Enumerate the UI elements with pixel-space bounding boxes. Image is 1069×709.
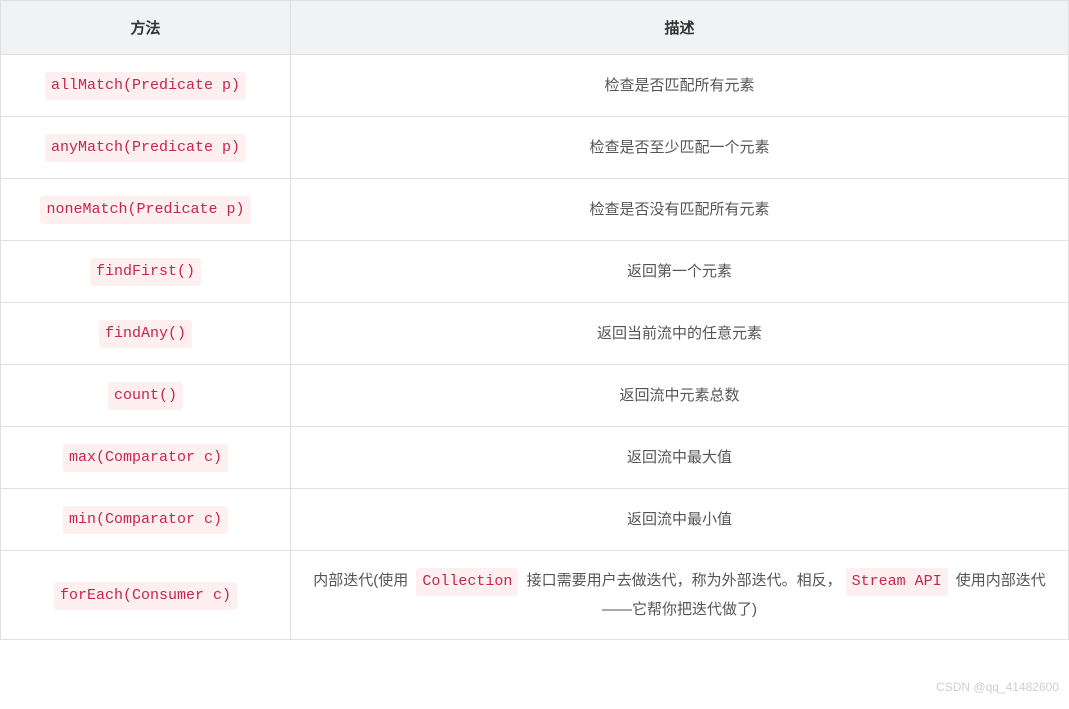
description-cell: 返回流中元素总数 [291,365,1069,427]
description-text: 返回第一个元素 [627,263,732,280]
method-code: max(Comparator c) [63,444,228,472]
method-cell: max(Comparator c) [1,427,291,489]
description-cell: 内部迭代(使用 Collection 接口需要用户去做迭代，称为外部迭代。相反，… [291,551,1069,640]
description-text: 检查是否没有匹配所有元素 [589,201,769,218]
method-cell: noneMatch(Predicate p) [1,179,291,241]
method-cell: count() [1,365,291,427]
description-text: 返回流中最大值 [627,449,732,466]
table-row: anyMatch(Predicate p) 检查是否至少匹配一个元素 [1,117,1069,179]
header-description: 描述 [291,1,1069,55]
api-methods-table: 方法 描述 allMatch(Predicate p) 检查是否匹配所有元素 any… [0,0,1069,640]
table-row: count() 返回流中元素总数 [1,365,1069,427]
description-text: 返回流中最小值 [627,511,732,528]
inline-code: Collection [416,568,518,596]
method-code: min(Comparator c) [63,506,228,534]
table-row: findFirst() 返回第一个元素 [1,241,1069,303]
method-code: noneMatch(Predicate p) [40,196,250,224]
description-cell: 检查是否至少匹配一个元素 [291,117,1069,179]
method-cell: min(Comparator c) [1,489,291,551]
table-row: forEach(Consumer c) 内部迭代(使用 Collection 接口… [1,551,1069,640]
method-cell: forEach(Consumer c) [1,551,291,640]
table-row: allMatch(Predicate p) 检查是否匹配所有元素 [1,55,1069,117]
description-text: 返回流中元素总数 [619,387,739,404]
description-text: 检查是否至少匹配一个元素 [589,139,769,156]
method-code: anyMatch(Predicate p) [45,134,246,162]
description-cell: 返回当前流中的任意元素 [291,303,1069,365]
method-code: count() [108,382,183,410]
method-cell: findAny() [1,303,291,365]
table-header-row: 方法 描述 [1,1,1069,55]
method-cell: allMatch(Predicate p) [1,55,291,117]
description-cell: 检查是否匹配所有元素 [291,55,1069,117]
inline-code: Stream API [846,568,948,596]
description-cell: 返回流中最大值 [291,427,1069,489]
description-cell: 返回第一个元素 [291,241,1069,303]
description-text: 内部迭代(使用 [313,572,412,589]
watermark-text: CSDN @qq_41482600 [936,680,1059,694]
table-row: findAny() 返回当前流中的任意元素 [1,303,1069,365]
description-cell: 返回流中最小值 [291,489,1069,551]
table-row: noneMatch(Predicate p) 检查是否没有匹配所有元素 [1,179,1069,241]
description-text: 返回当前流中的任意元素 [597,325,762,342]
method-code: findAny() [99,320,192,348]
description-text: 检查是否匹配所有元素 [604,77,754,94]
method-cell: findFirst() [1,241,291,303]
method-code: findFirst() [90,258,201,286]
method-code: forEach(Consumer c) [54,582,237,610]
description-text: 接口需要用户去做迭代，称为外部迭代。相反， [522,572,841,589]
method-cell: anyMatch(Predicate p) [1,117,291,179]
header-method: 方法 [1,1,291,55]
table-row: min(Comparator c) 返回流中最小值 [1,489,1069,551]
table-row: max(Comparator c) 返回流中最大值 [1,427,1069,489]
description-cell: 检查是否没有匹配所有元素 [291,179,1069,241]
method-code: allMatch(Predicate p) [45,72,246,100]
